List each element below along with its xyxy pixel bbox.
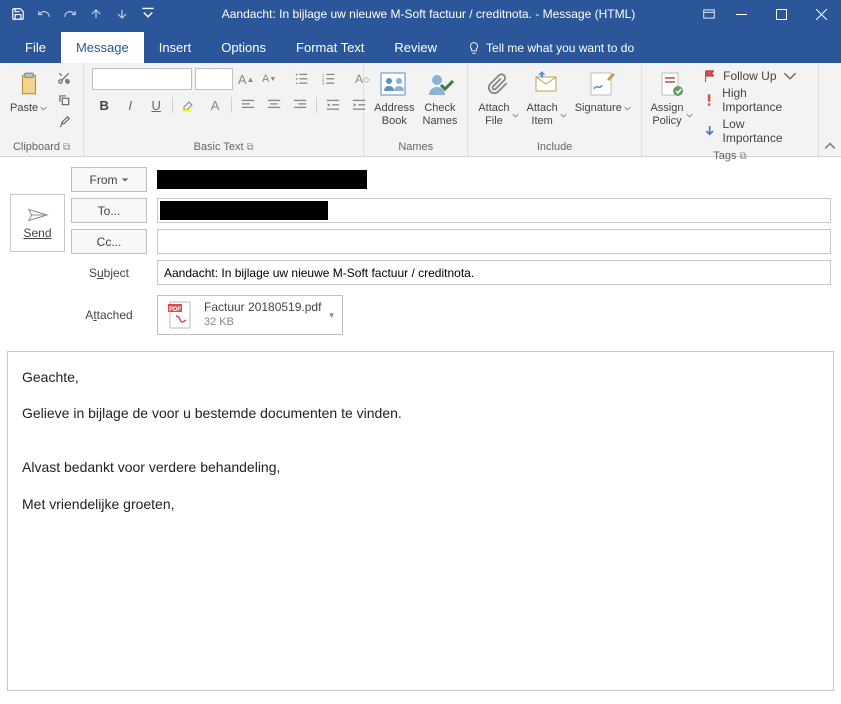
signature-icon bbox=[589, 68, 617, 100]
tell-me-label: Tell me what you want to do bbox=[486, 41, 634, 55]
font-size-select[interactable] bbox=[195, 68, 233, 90]
increase-font-button[interactable]: A▲ bbox=[236, 69, 256, 89]
align-left-button[interactable] bbox=[236, 94, 260, 116]
bold-button[interactable]: B bbox=[92, 94, 116, 116]
cc-input[interactable] bbox=[157, 229, 831, 254]
attachment-name: Factuur 20180519.pdf bbox=[204, 300, 321, 315]
tab-format-text[interactable]: Format Text bbox=[281, 32, 379, 63]
highlight-button[interactable] bbox=[177, 94, 201, 116]
ribbon: Paste Clipboard ⧉ A▲ A▼ 123 A◇ bbox=[0, 63, 841, 157]
body-paragraph: Met vriendelijke groeten, bbox=[22, 495, 819, 513]
group-clipboard: Paste Clipboard ⧉ bbox=[0, 63, 84, 156]
pdf-icon: PDF bbox=[166, 300, 196, 330]
from-button[interactable]: From bbox=[71, 167, 147, 192]
signature-button[interactable]: Signature bbox=[571, 66, 635, 117]
bullet-list-button[interactable] bbox=[290, 68, 314, 90]
body-paragraph: Geachte, bbox=[22, 368, 819, 386]
qat-customize-button[interactable] bbox=[136, 2, 160, 26]
to-button[interactable]: To... bbox=[71, 198, 147, 223]
window-title: Aandacht: In bijlage uw nieuwe M-Soft fa… bbox=[160, 7, 697, 21]
svg-text:PDF: PDF bbox=[169, 307, 181, 313]
save-button[interactable] bbox=[6, 2, 30, 26]
title-bar: Aandacht: In bijlage uw nieuwe M-Soft fa… bbox=[0, 0, 841, 28]
redo-button[interactable] bbox=[58, 2, 82, 26]
clipboard-icon bbox=[16, 68, 42, 100]
tab-insert[interactable]: Insert bbox=[144, 32, 207, 63]
low-importance-button[interactable]: Low Importance bbox=[701, 116, 806, 146]
previous-item-button[interactable] bbox=[84, 2, 108, 26]
group-basic-text: A▲ A▼ 123 A◇ B I U A bbox=[84, 63, 364, 156]
high-importance-button[interactable]: High Importance bbox=[701, 85, 806, 115]
group-tags: Assign Policy Follow Up High Importance … bbox=[642, 63, 819, 156]
undo-button[interactable] bbox=[32, 2, 56, 26]
attached-label: Attached bbox=[71, 308, 147, 322]
attachment-item[interactable]: PDF Factuur 20180519.pdf 32 KB ▾ bbox=[157, 295, 343, 335]
decrease-font-button[interactable]: A▼ bbox=[259, 69, 279, 89]
message-body[interactable]: Geachte, Gelieve in bijlage de voor u be… bbox=[7, 351, 834, 691]
tab-review[interactable]: Review bbox=[379, 32, 452, 63]
window-controls bbox=[721, 0, 841, 28]
send-icon bbox=[27, 207, 49, 223]
exclamation-icon bbox=[703, 93, 716, 107]
decrease-indent-button[interactable] bbox=[321, 94, 345, 116]
check-names-icon bbox=[425, 68, 455, 100]
paperclip-icon bbox=[487, 68, 509, 100]
flag-icon bbox=[703, 69, 717, 83]
tab-message[interactable]: Message bbox=[61, 32, 144, 63]
quick-access-toolbar bbox=[0, 2, 160, 26]
compose-header: Send From To... Cc... Subject Attached bbox=[0, 157, 841, 335]
tab-file[interactable]: File bbox=[10, 32, 61, 63]
group-include: Attach File Attach Item Signature Includ… bbox=[468, 63, 641, 156]
close-button[interactable] bbox=[801, 0, 841, 28]
send-button[interactable]: Send bbox=[10, 194, 65, 252]
align-center-button[interactable] bbox=[262, 94, 286, 116]
maximize-button[interactable] bbox=[761, 0, 801, 28]
basic-text-launcher[interactable]: ⧉ bbox=[247, 142, 254, 153]
next-item-button[interactable] bbox=[110, 2, 134, 26]
paste-button[interactable]: Paste bbox=[6, 66, 51, 117]
svg-text:3: 3 bbox=[322, 81, 325, 86]
ribbon-tabs: File Message Insert Options Format Text … bbox=[0, 28, 841, 63]
format-painter-button[interactable] bbox=[53, 112, 75, 132]
copy-button[interactable] bbox=[53, 90, 75, 110]
font-family-select[interactable] bbox=[92, 68, 192, 90]
collapse-ribbon-button[interactable] bbox=[824, 140, 836, 152]
attach-item-icon bbox=[534, 68, 560, 100]
follow-up-button[interactable]: Follow Up bbox=[701, 68, 806, 84]
subject-label: Subject bbox=[71, 266, 147, 280]
arrow-down-icon bbox=[703, 124, 716, 138]
align-right-button[interactable] bbox=[288, 94, 312, 116]
tags-launcher[interactable]: ⧉ bbox=[739, 151, 746, 162]
tell-me-search[interactable]: Tell me what you want to do bbox=[452, 33, 649, 63]
assign-policy-button[interactable]: Assign Policy bbox=[648, 66, 695, 130]
body-paragraph: Alvast bedankt voor verdere behandeling, bbox=[22, 458, 819, 476]
assign-policy-icon bbox=[658, 68, 684, 100]
attachment-dropdown-icon[interactable]: ▾ bbox=[329, 310, 334, 321]
cc-button[interactable]: Cc... bbox=[71, 229, 147, 254]
clipboard-launcher[interactable]: ⧉ bbox=[63, 142, 70, 153]
underline-button[interactable]: U bbox=[144, 94, 168, 116]
address-book-button[interactable]: Address Book bbox=[370, 66, 418, 130]
font-color-button[interactable]: A bbox=[203, 94, 227, 116]
attach-file-button[interactable]: Attach File bbox=[474, 66, 522, 130]
from-value-redacted bbox=[157, 170, 367, 189]
attach-item-button[interactable]: Attach Item bbox=[523, 66, 571, 130]
ribbon-display-options-button[interactable] bbox=[697, 2, 721, 26]
subject-input[interactable] bbox=[157, 260, 831, 285]
attachment-size: 32 KB bbox=[204, 315, 321, 330]
cut-button[interactable] bbox=[53, 68, 75, 88]
body-paragraph: Gelieve in bijlage de voor u bestemde do… bbox=[22, 404, 819, 422]
address-book-icon bbox=[379, 68, 409, 100]
tab-options[interactable]: Options bbox=[206, 32, 281, 63]
check-names-button[interactable]: Check Names bbox=[419, 66, 462, 130]
numbered-list-button[interactable]: 123 bbox=[317, 68, 341, 90]
to-value-redacted bbox=[160, 201, 328, 220]
minimize-button[interactable] bbox=[721, 0, 761, 28]
italic-button[interactable]: I bbox=[118, 94, 142, 116]
group-names: Address Book Check Names Names bbox=[364, 63, 468, 156]
